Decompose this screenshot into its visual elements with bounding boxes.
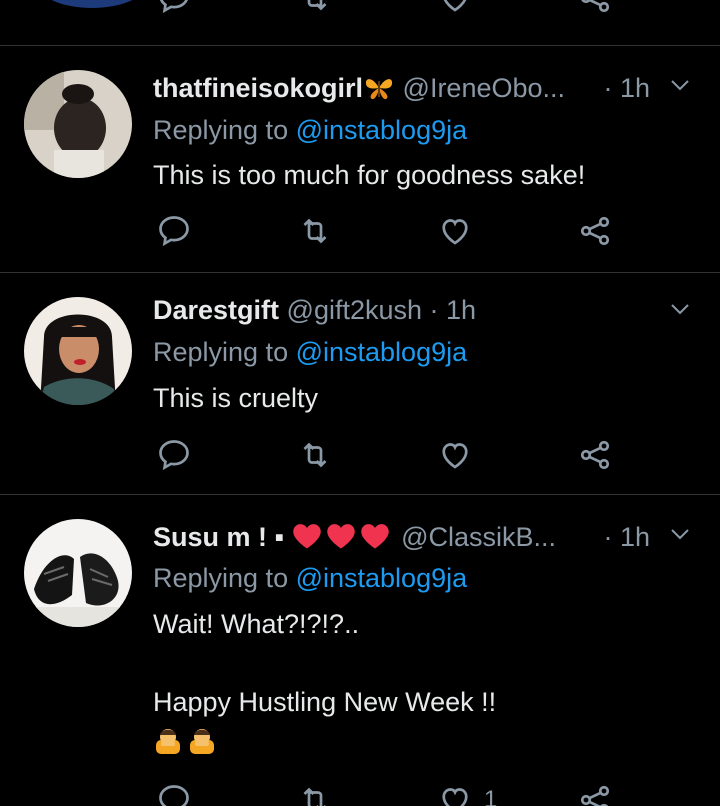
replying-to: Replying to @instablog9ja — [153, 332, 467, 372]
avatar[interactable] — [24, 70, 132, 178]
tweet[interactable]: Susu m ! ▪ @ClassikB... · 1h Replying to… — [0, 494, 720, 806]
butterfly-emoji — [363, 72, 395, 112]
mention-link[interactable]: @instablog9ja — [296, 563, 468, 593]
avatar[interactable] — [24, 519, 132, 627]
replying-to: Replying to @instablog9ja — [153, 558, 467, 598]
person-bowing-emoji — [153, 726, 183, 759]
handle[interactable]: @IreneObo... — [403, 73, 566, 103]
heart-emoji — [292, 521, 322, 549]
display-name[interactable]: thatfineisokogirl — [153, 73, 363, 103]
share-icon[interactable] — [577, 213, 613, 249]
chevron-down-icon[interactable] — [670, 78, 690, 98]
chevron-down-icon[interactable] — [670, 302, 690, 322]
display-name[interactable]: Susu m ! ▪ — [153, 522, 284, 552]
reply-icon[interactable] — [156, 0, 192, 16]
replying-prefix: Replying to — [153, 337, 296, 367]
share-icon[interactable] — [577, 782, 613, 806]
tweet-text: This is cruelty — [153, 383, 319, 413]
tweet-text: Wait! What?!?!?.. — [153, 609, 360, 639]
timestamp[interactable]: · 1h — [430, 295, 477, 325]
like-icon[interactable] — [437, 437, 473, 473]
like-count: 1 — [484, 786, 498, 806]
replying-prefix: Replying to — [153, 563, 296, 593]
timestamp[interactable]: · 1h — [603, 68, 650, 108]
replying-prefix: Replying to — [153, 115, 296, 145]
tweet[interactable]: thatfineisokogirl @IreneObo... · 1h Repl… — [0, 45, 720, 272]
emoji-row — [153, 726, 217, 759]
like-icon[interactable] — [437, 782, 473, 806]
chevron-down-icon[interactable] — [670, 527, 690, 547]
handle[interactable]: @ClassikB... — [401, 522, 556, 552]
heart-emoji — [360, 521, 390, 549]
mention-link[interactable]: @instablog9ja — [296, 337, 468, 367]
person-bowing-emoji — [187, 726, 217, 759]
tweet-actions — [0, 437, 720, 477]
replying-to: Replying to @instablog9ja — [153, 110, 467, 150]
tweet-header: Susu m ! ▪ @ClassikB... — [153, 517, 556, 557]
share-icon[interactable] — [577, 437, 613, 473]
reply-icon[interactable] — [156, 213, 192, 249]
tweet-actions: 1 — [0, 782, 720, 806]
tweet-actions — [0, 213, 720, 253]
mention-link[interactable]: @instablog9ja — [296, 115, 468, 145]
handle[interactable]: @gift2kush — [287, 295, 422, 325]
tweet-actions-partial — [0, 0, 720, 26]
tweet-header: Darestgift @gift2kush · 1h — [153, 290, 476, 330]
tweet-text: This is too much for goodness sake! — [153, 160, 586, 190]
display-name[interactable]: Darestgift — [153, 295, 279, 325]
tweet-feed: thatfineisokogirl @IreneObo... · 1h Repl… — [0, 0, 720, 806]
retweet-icon[interactable] — [297, 437, 333, 473]
share-icon[interactable] — [577, 0, 613, 16]
tweet-header: thatfineisokogirl @IreneObo... — [153, 68, 565, 108]
retweet-icon[interactable] — [297, 213, 333, 249]
tweet-text: Happy Hustling New Week !! — [153, 687, 497, 717]
tweet[interactable]: Darestgift @gift2kush · 1h Replying to @… — [0, 272, 720, 494]
heart-emoji — [326, 521, 356, 549]
avatar[interactable] — [24, 297, 132, 405]
like-icon[interactable] — [437, 213, 473, 249]
reply-icon[interactable] — [156, 782, 192, 806]
retweet-icon[interactable] — [297, 782, 333, 806]
timestamp[interactable]: · 1h — [603, 517, 650, 557]
like-icon[interactable] — [437, 0, 473, 16]
reply-icon[interactable] — [156, 437, 192, 473]
retweet-icon[interactable] — [297, 0, 333, 16]
